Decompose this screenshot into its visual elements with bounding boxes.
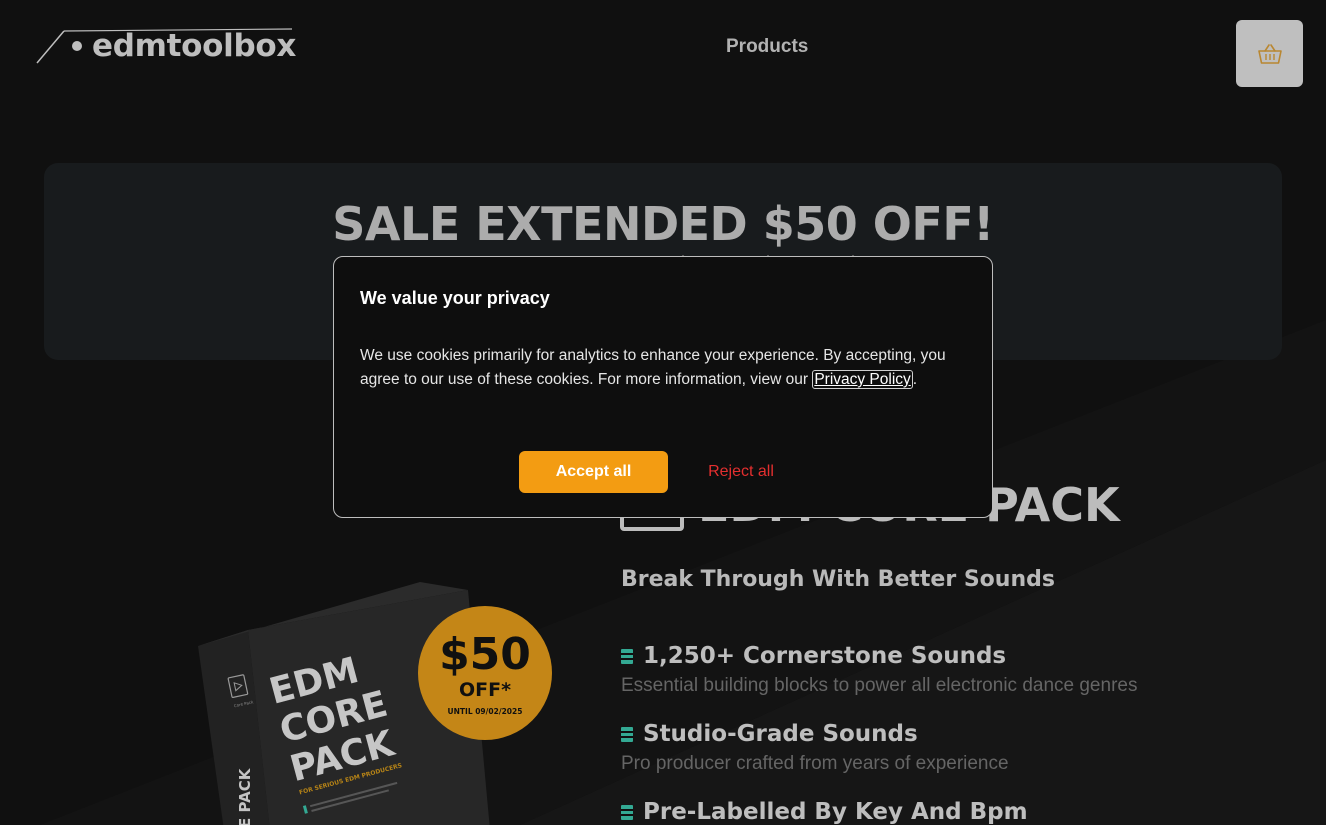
logo-text: edmtoolbox [92, 28, 297, 64]
bullet-icon [621, 726, 633, 742]
product-tagline: Break Through With Better Sounds [621, 567, 1055, 592]
cookie-dialog-title: We value your privacy [360, 288, 550, 308]
cookie-text-end: . [912, 371, 918, 388]
privacy-policy-link[interactable]: Privacy Policy [812, 370, 913, 389]
logo-dot [72, 41, 82, 51]
feature-desc: Essential building blocks to power all e… [621, 675, 1138, 696]
feature-item: Studio-Grade Sounds Pro producer crafted… [621, 721, 1009, 775]
site-header: edmtoolbox Products [0, 0, 1326, 100]
feature-item: Pre-Labelled By Key And Bpm [621, 799, 1028, 825]
reject-all-button[interactable]: Reject all [696, 451, 786, 493]
cart-button[interactable] [1236, 20, 1303, 87]
cookie-consent-dialog: We value your privacy We use cookies pri… [333, 256, 993, 518]
feature-title: 1,250+ Cornerstone Sounds [643, 643, 1007, 669]
accept-all-button[interactable]: Accept all [519, 451, 668, 493]
badge-until: UNTIL 09/02/2025 [447, 707, 523, 716]
logo[interactable]: edmtoolbox [34, 26, 299, 66]
page: edmtoolbox Products SALE EXTENDED $50 OF… [0, 0, 1326, 825]
nav-products-link[interactable]: Products [726, 36, 808, 58]
basket-icon [1257, 43, 1282, 64]
badge-off: OFF* [458, 679, 512, 701]
cookie-dialog-text: We use cookies primarily for analytics t… [360, 344, 972, 392]
feature-title: Studio-Grade Sounds [643, 721, 918, 747]
bullet-icon [621, 648, 633, 664]
sale-title: SALE EXTENDED $50 OFF! [332, 197, 994, 251]
badge-amount: $50 [439, 629, 531, 680]
feature-item: 1,250+ Cornerstone Sounds Essential buil… [621, 643, 1137, 697]
discount-badge: $50 OFF* UNTIL 09/02/2025 [418, 606, 552, 740]
box-spine-text: E PACK [236, 767, 254, 825]
bullet-icon [621, 804, 633, 820]
feature-desc: Pro producer crafted from years of exper… [621, 753, 1009, 774]
feature-title: Pre-Labelled By Key And Bpm [643, 799, 1028, 825]
